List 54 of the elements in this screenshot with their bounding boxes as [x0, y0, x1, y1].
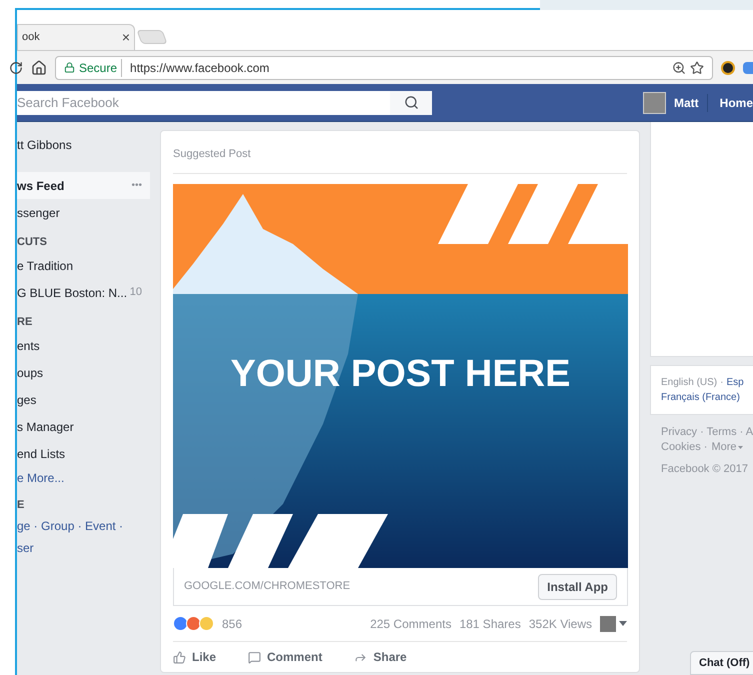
language-link[interactable]: Esp	[726, 375, 744, 390]
like-reaction-icon	[173, 616, 188, 631]
home-link[interactable]: Home	[706, 94, 753, 112]
profile-name[interactable]: tt Gibbons	[17, 136, 150, 162]
avatar	[600, 616, 616, 632]
post-action-button[interactable]: Share	[354, 648, 407, 666]
section-header: CUTS	[17, 235, 48, 250]
bookmark-star-icon[interactable]	[690, 60, 704, 74]
comment-icon	[248, 650, 262, 664]
browser-tab[interactable]: ook ×	[17, 24, 135, 50]
caret-icon[interactable]	[619, 621, 627, 626]
search-button[interactable]	[390, 90, 432, 114]
zoom-icon[interactable]	[672, 60, 686, 74]
caret-icon	[738, 446, 743, 449]
current-language: English (US)	[661, 376, 718, 390]
tab-title: ook	[22, 30, 40, 46]
suggested-post-label: Suggested Post	[173, 148, 251, 160]
sidebar-item[interactable]: s Manager	[17, 413, 150, 440]
like-icon	[173, 650, 186, 664]
close-tab-button[interactable]: ×	[122, 27, 130, 48]
section-header: E	[17, 498, 26, 513]
chat-bar[interactable]: Chat (Off)	[690, 651, 753, 675]
ad-headline: YOUR POST HERE	[230, 352, 572, 397]
copyright-text: Facebook © 2017	[661, 462, 749, 477]
install-app-button[interactable]: Install App	[538, 574, 617, 600]
lock-icon	[64, 62, 75, 73]
sidebar-item[interactable]: ws Feed •••	[17, 172, 150, 199]
avatar	[642, 92, 666, 114]
angry-reaction-icon	[186, 616, 201, 631]
sidebar-link[interactable]: ser	[17, 537, 150, 559]
sidebar-item[interactable]: ssenger	[17, 199, 150, 226]
sidebar-item[interactable]: ges	[17, 386, 150, 413]
wow-reaction-icon	[199, 616, 214, 631]
sidebar-link[interactable]: ge · Group · Event ·	[17, 515, 150, 537]
extension-icon[interactable]	[721, 60, 735, 74]
post-action-button[interactable]: Like	[173, 648, 216, 666]
post-action-button[interactable]: Comment	[248, 648, 322, 666]
separator-dot: ·	[720, 376, 724, 390]
home-icon[interactable]	[31, 60, 47, 76]
sidebar-item[interactable]: G BLUE Boston: N... 10	[17, 279, 150, 306]
url-text: https://www.facebook.com	[129, 60, 270, 76]
reload-icon[interactable]	[9, 60, 23, 74]
section-header: RE	[17, 315, 34, 330]
language-link[interactable]: Français (France)	[661, 390, 740, 405]
sidebar-item[interactable]: ents	[17, 332, 150, 359]
security-label: Secure	[79, 58, 122, 76]
sidebar-item[interactable]: end Lists	[17, 440, 150, 467]
sidebar-item[interactable]: e Tradition	[17, 252, 150, 279]
sidebar-link[interactable]: e More...	[17, 467, 150, 489]
profile-link[interactable]: Matt	[674, 94, 699, 112]
address-bar[interactable]: Secure https://www.facebook.com	[55, 56, 713, 80]
search-icon	[404, 95, 418, 110]
sidebar-item[interactable]: oups	[17, 359, 150, 386]
search-field[interactable]: Search Facebook	[17, 90, 390, 114]
